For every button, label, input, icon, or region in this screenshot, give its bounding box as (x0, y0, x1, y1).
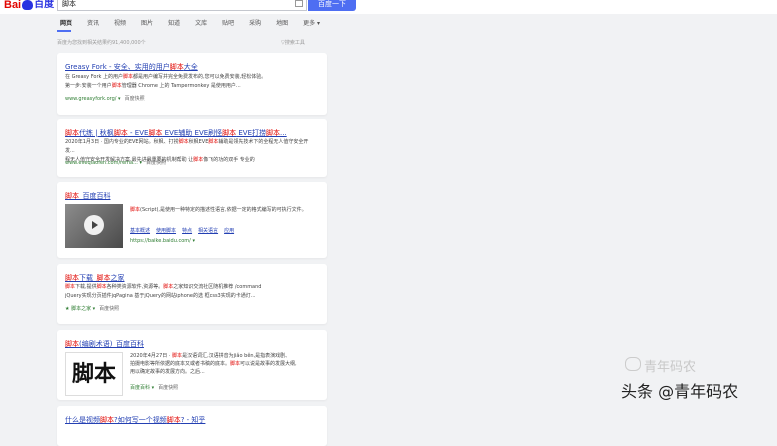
result-url[interactable]: www.eveqiaofen.com/rema... ▾ 百度快照 (65, 159, 166, 166)
result-sublinks: 基本概述 使用脚本 特点 相关语言 应用 (130, 227, 240, 234)
search-tools-button[interactable]: ▽搜索工具 (281, 39, 305, 46)
result-card: 脚本下载_脚本之家 脚本下载,提供脚本各种类资源软件,资源等。脚本之家知识交流社… (57, 264, 327, 324)
result-stats: 百度为您找到相关结果约91,400,000个 (57, 40, 146, 46)
sublink-4[interactable]: 应用 (224, 228, 234, 234)
tab-6[interactable]: 贴吧 (222, 18, 234, 27)
tab-5[interactable]: 文库 (195, 18, 207, 27)
result-title[interactable]: 什么是视频脚本?如何写一个视频脚本? - 知乎 (65, 415, 205, 425)
result-title[interactable]: 脚本下载_脚本之家 (65, 273, 125, 283)
camera-icon[interactable] (295, 0, 303, 7)
result-snippet: 脚本下载,提供脚本各种类资源软件,资源等。脚本之家知识交流社区随机推荐 /com… (65, 284, 262, 299)
result-card: 脚本(编剧术语)_百度百科 脚本 2020年4月27日 · 脚本是汉语词汇,汉语… (57, 330, 327, 400)
result-card: 脚本_百度百科 脚本(Script),是使用一种特定的描述性语言,依据一定的格式… (57, 182, 327, 258)
search-tabs: 网页 资讯 视频 图片 知道 文库 贴吧 采购 地图 更多 ▾ (60, 18, 335, 27)
result-url[interactable]: 百度百科 ▾ 百度快照 (130, 384, 178, 391)
play-icon[interactable] (84, 215, 104, 235)
sublink-0[interactable]: 基本概述 (130, 228, 150, 234)
result-url[interactable]: ★ 脚本之家 ▾ 百度快照 (65, 305, 119, 312)
result-title[interactable]: 脚本代练 | 秋枫脚本 - EVE脚本 EVE辅助 EVE刷怪脚本 EVE打捞脚… (65, 128, 287, 138)
tab-0[interactable]: 网页 (60, 18, 72, 27)
tab-3[interactable]: 图片 (141, 18, 153, 27)
active-tab-indicator (57, 30, 71, 32)
sublink-3[interactable]: 相关语言 (198, 228, 218, 234)
watermark: 头条 @青年码农 (621, 382, 739, 401)
snapshot-link[interactable]: 百度快照 (158, 385, 178, 391)
result-title[interactable]: 脚本_百度百科 (65, 191, 111, 201)
tab-9[interactable]: 更多 ▾ (303, 18, 320, 27)
result-snippet: 脚本(Script),是使用一种特定的描述性语言,依据一定的格式编写的可执行文件… (130, 207, 307, 213)
sublink-2[interactable]: 特点 (182, 228, 192, 234)
snapshot-link[interactable]: 百度快照 (146, 160, 166, 166)
tab-4[interactable]: 知道 (168, 18, 180, 27)
result-title[interactable]: 脚本(编剧术语)_百度百科 (65, 339, 144, 349)
watermark-icon (625, 357, 641, 371)
sublink-1[interactable]: 使用脚本 (156, 228, 176, 234)
tab-7[interactable]: 采购 (249, 18, 261, 27)
tab-1[interactable]: 资讯 (87, 18, 99, 27)
result-title[interactable]: Greasy Fork - 安全、实用的用户脚本大全 (65, 62, 198, 72)
top-bar: Bai 百度 脚本 百度一下 (0, 0, 777, 14)
search-input[interactable]: 脚本 (57, 0, 307, 11)
result-snippet: 在 Greasy Fork 上的用户脚本都是用户编写并完全免费发布的,您可以免费… (65, 74, 267, 89)
tab-8[interactable]: 地图 (276, 18, 288, 27)
result-image[interactable]: 脚本 (65, 352, 123, 396)
result-card: 脚本代练 | 秋枫脚本 - EVE脚本 EVE辅助 EVE刷怪脚本 EVE打捞脚… (57, 119, 327, 177)
paw-icon (22, 0, 34, 10)
tab-2[interactable]: 视频 (114, 18, 126, 27)
result-card: Greasy Fork - 安全、实用的用户脚本大全 在 Greasy Fork… (57, 53, 327, 115)
baidu-logo[interactable]: Bai 百度 (4, 0, 54, 11)
result-snippet: 2020年4月27日 · 脚本是汉语词汇,汉语拼音为jiǎo běn,是指表演戏… (130, 353, 297, 375)
result-url[interactable]: https://baike.baidu.com/ ▾ (130, 238, 195, 244)
search-button[interactable]: 百度一下 (308, 0, 356, 11)
snapshot-link[interactable]: 百度快照 (99, 306, 119, 312)
result-card: 什么是视频脚本?如何写一个视频脚本? - 知乎 (57, 406, 327, 446)
snapshot-link[interactable]: 百度快照 (125, 96, 145, 102)
video-thumbnail[interactable] (65, 204, 123, 248)
result-url[interactable]: www.greasyfork.org/ ▾ 百度快照 (65, 95, 145, 102)
watermark-faint: 青年码农 (644, 360, 697, 375)
